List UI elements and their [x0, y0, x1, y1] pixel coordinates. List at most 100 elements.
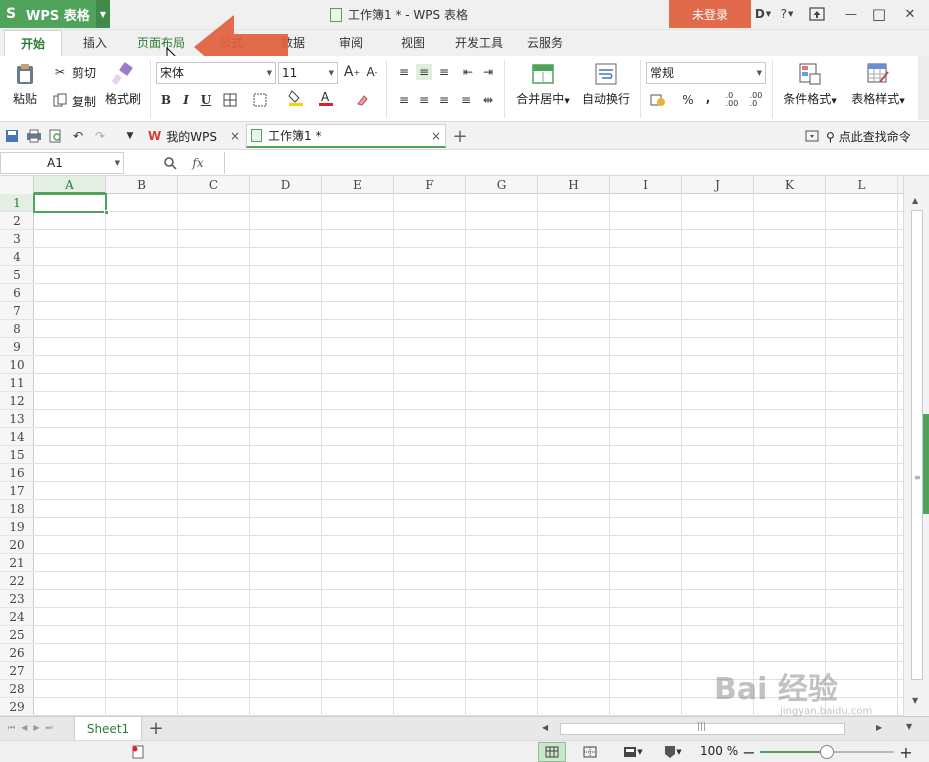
- scroll-right-icon[interactable]: ▶: [876, 723, 882, 732]
- login-button[interactable]: 未登录: [669, 0, 751, 28]
- decrease-decimal-icon[interactable]: .00.0: [748, 92, 764, 108]
- row-header[interactable]: 19: [0, 518, 34, 536]
- maximize-button[interactable]: □: [868, 4, 890, 24]
- horizontal-scrollbar[interactable]: ◀ ||| ▶: [540, 721, 890, 737]
- increase-decimal-icon[interactable]: .0.00: [724, 92, 740, 108]
- select-all-corner[interactable]: [0, 176, 34, 194]
- column-header[interactable]: F: [394, 176, 466, 194]
- zoom-formula-icon[interactable]: [162, 155, 178, 171]
- row-header[interactable]: 23: [0, 590, 34, 608]
- close-button[interactable]: ✕: [899, 4, 921, 24]
- indent-increase-icon[interactable]: ⇥: [480, 64, 496, 80]
- tab-developer[interactable]: 开发工具: [450, 30, 508, 56]
- name-box[interactable]: A1 ▼: [0, 152, 124, 174]
- insert-function-icon[interactable]: fx: [186, 155, 210, 171]
- help-button[interactable]: ? ▼: [776, 4, 798, 24]
- chevron-down-icon[interactable]: ▼: [96, 0, 110, 28]
- copy-button[interactable]: 复制: [72, 93, 96, 110]
- column-header[interactable]: D: [250, 176, 322, 194]
- row-header[interactable]: 15: [0, 446, 34, 464]
- eye-protection-icon[interactable]: ▼: [660, 744, 686, 760]
- row-header[interactable]: 16: [0, 464, 34, 482]
- formula-input[interactable]: [224, 152, 929, 174]
- align-middle-icon[interactable]: ≡: [416, 64, 432, 80]
- scroll-left-icon[interactable]: ◀: [542, 723, 548, 732]
- conditional-format-button[interactable]: 条件格式▼: [778, 62, 842, 107]
- doc-tab-workbook1[interactable]: 工作簿1 * ×: [246, 124, 446, 148]
- indent-decrease-icon[interactable]: ⇤: [460, 64, 476, 80]
- column-header[interactable]: A: [34, 176, 106, 194]
- percent-button[interactable]: %: [680, 92, 696, 108]
- column-header[interactable]: H: [538, 176, 610, 194]
- close-icon[interactable]: ×: [230, 129, 240, 143]
- underline-button[interactable]: U: [198, 92, 214, 108]
- app-menu-button[interactable]: S WPS 表格 ▼: [0, 0, 110, 28]
- zoom-slider[interactable]: [760, 745, 894, 759]
- align-bottom-icon[interactable]: ≡: [436, 64, 452, 80]
- sheet-nav-arrows-icon[interactable]: ⏮◀▶⏭: [8, 723, 59, 733]
- ribbon-scroll-right[interactable]: [918, 56, 929, 120]
- bold-button[interactable]: B: [158, 92, 174, 108]
- scroll-up-icon[interactable]: ▲: [912, 196, 918, 205]
- merge-center-button[interactable]: 合并居中▼: [512, 62, 574, 107]
- row-header[interactable]: 17: [0, 482, 34, 500]
- clear-format-icon[interactable]: [354, 92, 370, 108]
- command-search[interactable]: ⚲ 点此查找命令: [826, 128, 911, 145]
- upload-button[interactable]: [806, 4, 828, 24]
- macro-record-icon[interactable]: [130, 744, 146, 760]
- paste-button[interactable]: 粘贴: [8, 62, 42, 107]
- row-header[interactable]: 14: [0, 428, 34, 446]
- column-header[interactable]: L: [826, 176, 898, 194]
- zoom-level[interactable]: 100 %: [700, 744, 738, 758]
- customize-qat-icon[interactable]: ▼: [122, 128, 138, 144]
- row-header[interactable]: 7: [0, 302, 34, 320]
- tab-view[interactable]: 视图: [388, 30, 438, 56]
- tab-review[interactable]: 审阅: [326, 30, 376, 56]
- layout-toggle-icon[interactable]: [804, 128, 820, 144]
- column-header[interactable]: B: [106, 176, 178, 194]
- horizontal-scroll-thumb[interactable]: |||: [560, 722, 845, 735]
- tab-insert[interactable]: 插入: [70, 30, 120, 56]
- align-center-icon[interactable]: ≡: [416, 92, 432, 108]
- row-header[interactable]: 24: [0, 608, 34, 626]
- skin-button[interactable]: D ▼: [752, 4, 774, 24]
- row-header[interactable]: 13: [0, 410, 34, 428]
- italic-button[interactable]: I: [178, 92, 194, 108]
- row-header[interactable]: 10: [0, 356, 34, 374]
- row-header[interactable]: 2: [0, 212, 34, 230]
- row-header[interactable]: 8: [0, 320, 34, 338]
- doc-tab-my-wps[interactable]: W 我的WPS ×: [144, 124, 244, 148]
- column-header[interactable]: K: [754, 176, 826, 194]
- tab-home[interactable]: 开始: [4, 30, 62, 56]
- reading-mode-icon[interactable]: ▼: [620, 744, 646, 760]
- minimize-button[interactable]: —: [840, 4, 862, 24]
- align-right-icon[interactable]: ≡: [436, 92, 452, 108]
- zoom-slider-thumb[interactable]: [820, 745, 834, 759]
- save-icon[interactable]: [4, 128, 20, 144]
- row-header[interactable]: 29: [0, 698, 34, 716]
- font-family-select[interactable]: 宋体 ▼: [156, 62, 276, 84]
- cell-area[interactable]: [34, 194, 903, 716]
- font-color-icon[interactable]: A: [318, 90, 334, 106]
- align-justify-icon[interactable]: ≡: [458, 92, 474, 108]
- font-size-select[interactable]: 11 ▼: [278, 62, 338, 84]
- print-preview-icon[interactable]: [48, 128, 64, 144]
- row-header[interactable]: 21: [0, 554, 34, 572]
- column-header[interactable]: G: [466, 176, 538, 194]
- tab-cloud[interactable]: 云服务: [520, 30, 570, 56]
- print-icon[interactable]: [26, 128, 42, 144]
- table-style-button[interactable]: 表格样式▼: [846, 62, 910, 107]
- sheet-tab-sheet1[interactable]: Sheet1: [74, 717, 142, 741]
- row-header[interactable]: 20: [0, 536, 34, 554]
- row-header[interactable]: 22: [0, 572, 34, 590]
- wrap-text-button[interactable]: 自动换行: [580, 62, 632, 107]
- zoom-in-icon[interactable]: +: [898, 743, 914, 762]
- column-header[interactable]: I: [610, 176, 682, 194]
- align-top-icon[interactable]: ≡: [396, 64, 412, 80]
- row-header[interactable]: 5: [0, 266, 34, 284]
- cut-button[interactable]: 剪切: [72, 64, 96, 81]
- column-header[interactable]: J: [682, 176, 754, 194]
- column-header[interactable]: E: [322, 176, 394, 194]
- font-shrink-icon[interactable]: A-: [364, 64, 380, 80]
- side-panel-toggle[interactable]: [923, 414, 929, 514]
